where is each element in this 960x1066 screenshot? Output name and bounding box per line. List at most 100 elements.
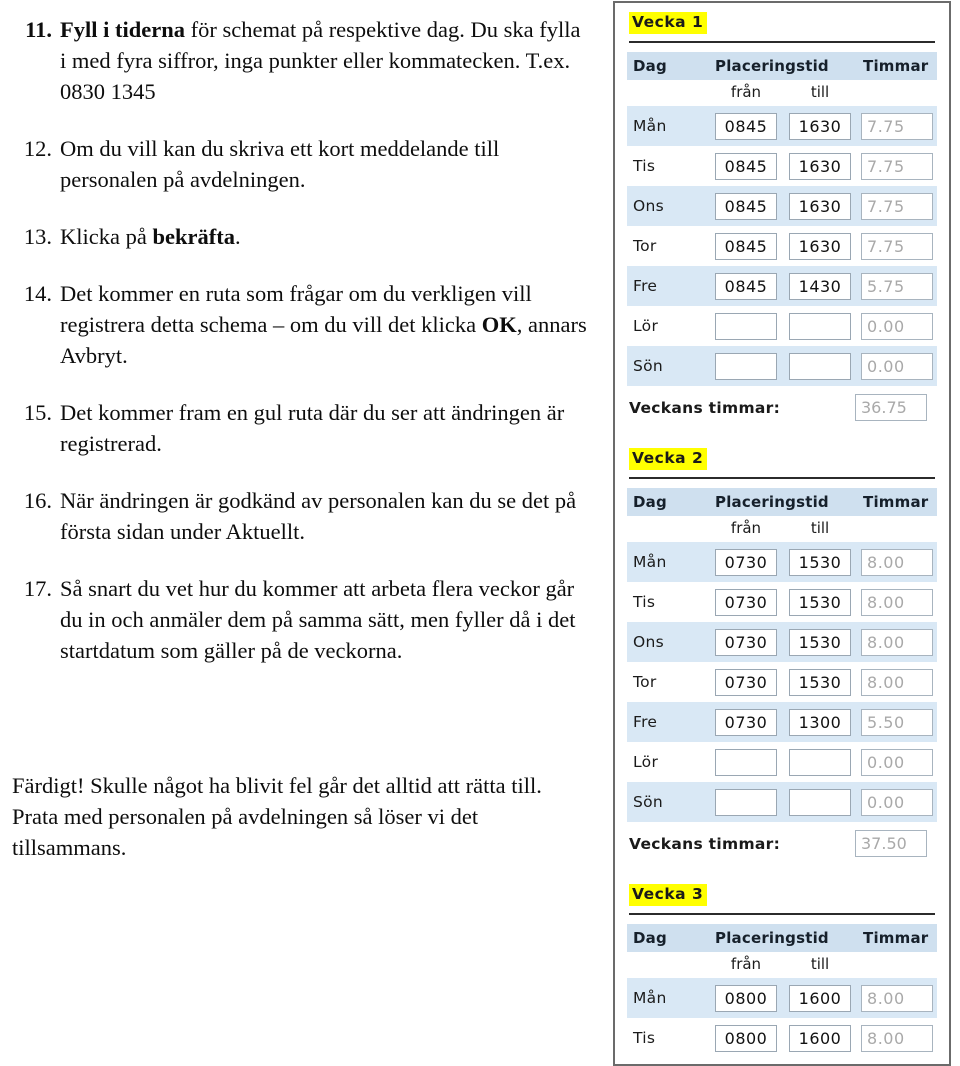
from-time-cell: 0730 bbox=[709, 582, 783, 622]
instruction-rest: Det kommer en ruta som frågar om du verk… bbox=[60, 281, 532, 337]
week-gap bbox=[615, 857, 949, 875]
document-spacer bbox=[12, 692, 592, 766]
to-time-input[interactable] bbox=[789, 352, 851, 380]
to-time-input[interactable] bbox=[789, 312, 851, 340]
from-time-cell bbox=[709, 742, 783, 782]
table-row: Tis 0730 1530 8.00 bbox=[627, 582, 938, 622]
to-time-input[interactable]: 1300 bbox=[789, 708, 851, 736]
instruction-text: Det kommer en ruta som frågar om du verk… bbox=[60, 278, 592, 371]
week-divider-1 bbox=[629, 41, 935, 43]
week-title-badge-2: Vecka 2 bbox=[629, 448, 708, 470]
hours-readonly-field: 8.00 bbox=[861, 1024, 934, 1052]
to-time-input[interactable] bbox=[789, 788, 851, 816]
to-time-input[interactable]: 1430 bbox=[789, 272, 851, 300]
from-time-cell: 0845 bbox=[709, 186, 783, 226]
hours-cell: 8.00 bbox=[857, 582, 938, 622]
hours-cell: 8.00 bbox=[857, 542, 938, 582]
from-time-input[interactable]: 0845 bbox=[715, 192, 777, 220]
from-time-input[interactable] bbox=[715, 788, 777, 816]
to-time-input[interactable] bbox=[789, 748, 851, 776]
week-block-3: Vecka 3 Dag Placeringstid Timmar från ti… bbox=[615, 875, 949, 1058]
day-label: Fre bbox=[627, 702, 709, 742]
hours-cell: 7.75 bbox=[857, 186, 938, 226]
instruction-document: 11. Fyll i tiderna för schemat på respek… bbox=[0, 0, 600, 1066]
to-time-cell: 1630 bbox=[783, 146, 858, 186]
column-header-placeringstid: Placeringstid bbox=[709, 488, 858, 516]
table-row: Fre 0845 1430 5.75 bbox=[627, 266, 938, 306]
from-time-cell: 0730 bbox=[709, 542, 783, 582]
to-time-input[interactable]: 1630 bbox=[789, 192, 851, 220]
to-time-cell: 1430 bbox=[783, 266, 858, 306]
schedule-table-week-3: Dag Placeringstid Timmar från till Mån 0… bbox=[627, 924, 938, 1058]
instruction-number: 12. bbox=[23, 136, 52, 161]
to-time-input[interactable]: 1600 bbox=[789, 984, 851, 1012]
instruction-text: Det kommer fram en gul ruta där du ser a… bbox=[60, 397, 592, 459]
to-time-cell bbox=[783, 742, 858, 782]
week-divider-3 bbox=[629, 913, 935, 915]
to-time-input[interactable]: 1630 bbox=[789, 232, 851, 260]
to-time-input[interactable]: 1600 bbox=[789, 1024, 851, 1052]
day-label: Sön bbox=[627, 346, 709, 386]
week-divider-2 bbox=[629, 477, 935, 479]
to-time-cell: 1300 bbox=[783, 702, 858, 742]
day-label: Tis bbox=[627, 1018, 709, 1058]
hours-readonly-field: 0.00 bbox=[861, 788, 934, 816]
instruction-rest: Det kommer fram en gul ruta där du ser a… bbox=[60, 400, 565, 456]
from-time-input[interactable] bbox=[715, 748, 777, 776]
hours-readonly-field: 8.00 bbox=[861, 668, 934, 696]
instruction-item-16: 16. När ändringen är godkänd av personal… bbox=[12, 485, 592, 547]
instruction-item-13: 13. Klicka på bekräfta. bbox=[12, 221, 592, 252]
to-time-cell: 1530 bbox=[783, 662, 858, 702]
hours-cell: 8.00 bbox=[857, 978, 938, 1018]
hours-readonly-field: 8.00 bbox=[861, 984, 934, 1012]
to-time-input[interactable]: 1530 bbox=[789, 588, 851, 616]
instruction-item-15: 15. Det kommer fram en gul ruta där du s… bbox=[12, 397, 592, 459]
from-time-cell bbox=[709, 346, 783, 386]
from-time-input[interactable]: 0845 bbox=[715, 152, 777, 180]
instruction-text: Om du vill kan du skriva ett kort meddel… bbox=[60, 133, 592, 195]
subheader-blank-2 bbox=[857, 516, 938, 542]
subheader-to: till bbox=[783, 952, 858, 978]
hours-readonly-field: 8.00 bbox=[861, 548, 934, 576]
table-row: Ons 0730 1530 8.00 bbox=[627, 622, 938, 662]
table-row: Tor 0845 1630 7.75 bbox=[627, 226, 938, 266]
week-title-wrap-3: Vecka 3 bbox=[615, 875, 949, 906]
schedule-table-week-2: Dag Placeringstid Timmar från till Mån 0… bbox=[627, 488, 938, 822]
from-time-input[interactable] bbox=[715, 312, 777, 340]
instruction-emphasis: OK bbox=[481, 312, 517, 337]
from-time-cell: 0845 bbox=[709, 226, 783, 266]
from-time-input[interactable]: 0800 bbox=[715, 984, 777, 1012]
to-time-input[interactable]: 1530 bbox=[789, 668, 851, 696]
week-title-wrap-1: Vecka 1 bbox=[615, 3, 949, 34]
instruction-rest: Så snart du vet hur du kommer att arbeta… bbox=[60, 576, 576, 663]
to-time-input[interactable]: 1630 bbox=[789, 152, 851, 180]
from-time-input[interactable]: 0730 bbox=[715, 668, 777, 696]
from-time-input[interactable]: 0845 bbox=[715, 232, 777, 260]
week-title-badge-1: Vecka 1 bbox=[629, 12, 708, 34]
week-title-wrap-2: Vecka 2 bbox=[615, 439, 949, 470]
day-label: Mån bbox=[627, 978, 709, 1018]
from-time-input[interactable]: 0730 bbox=[715, 628, 777, 656]
from-time-input[interactable]: 0845 bbox=[715, 112, 777, 140]
from-time-input[interactable]: 0730 bbox=[715, 708, 777, 736]
hours-cell: 8.00 bbox=[857, 622, 938, 662]
from-time-input[interactable] bbox=[715, 352, 777, 380]
from-time-input[interactable]: 0730 bbox=[715, 588, 777, 616]
from-time-input[interactable]: 0845 bbox=[715, 272, 777, 300]
from-time-input[interactable]: 0800 bbox=[715, 1024, 777, 1052]
to-time-input[interactable]: 1530 bbox=[789, 548, 851, 576]
to-time-cell bbox=[783, 346, 858, 386]
instruction-text: Klicka på bekräfta. bbox=[60, 221, 592, 252]
table-row: Tor 0730 1530 8.00 bbox=[627, 662, 938, 702]
table-row: Ons 0845 1630 7.75 bbox=[627, 186, 938, 226]
week-block-2: Vecka 2 Dag Placeringstid Timmar från ti… bbox=[615, 439, 949, 857]
to-time-input[interactable]: 1630 bbox=[789, 112, 851, 140]
instruction-rest: Klicka på bbox=[60, 224, 153, 249]
from-time-input[interactable]: 0730 bbox=[715, 548, 777, 576]
table-subheader-row: från till bbox=[627, 80, 938, 106]
to-time-input[interactable]: 1530 bbox=[789, 628, 851, 656]
column-header-placeringstid: Placeringstid bbox=[709, 924, 858, 952]
closing-paragraph: Färdigt! Skulle något ha blivit fel går … bbox=[12, 773, 542, 860]
table-header-row: Dag Placeringstid Timmar bbox=[627, 52, 938, 80]
instruction-number: 14. bbox=[23, 281, 52, 306]
